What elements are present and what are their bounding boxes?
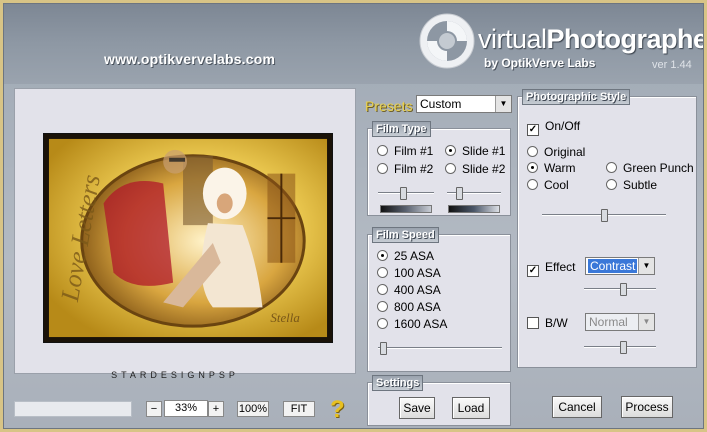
radio-icon	[606, 179, 617, 190]
radio-icon	[377, 267, 388, 278]
photographic-style-title: Photographic Style	[522, 89, 631, 105]
zoom-in-button[interactable]: +	[208, 401, 224, 417]
effect-select[interactable]: Contrast ▼	[585, 257, 655, 275]
radio-label: Green Punch	[623, 161, 694, 175]
radio-label: 400 ASA	[394, 283, 441, 297]
radio-selected-icon	[527, 162, 538, 173]
bw-slider[interactable]	[584, 341, 656, 354]
radio-icon	[527, 179, 538, 190]
save-button[interactable]: Save	[399, 397, 435, 419]
checkbox-unchecked-icon	[527, 317, 539, 329]
radio-icon	[377, 163, 388, 174]
radio-label: Slide #2	[462, 162, 506, 176]
radio-label: Film #1	[394, 144, 434, 158]
checkbox-label: Effect	[545, 260, 576, 274]
radio-selected-icon	[445, 145, 456, 156]
preview-panel: Love Letters Stella STARDESIGNPSP	[14, 88, 356, 380]
bw-checkbox[interactable]: B/W	[527, 316, 568, 330]
radio-100-asa[interactable]: 100 ASA	[377, 266, 441, 280]
film-type-slider-1[interactable]	[378, 187, 434, 200]
radio-slide2[interactable]: Slide #2	[445, 162, 505, 176]
byline: by OptikVerve Labs	[484, 56, 596, 70]
checkbox-checked-icon: ✓	[527, 124, 539, 136]
presets-selected-value: Custom	[420, 97, 462, 111]
presets-select[interactable]: Custom ▼	[416, 95, 512, 113]
radio-label: Original	[544, 145, 586, 159]
chevron-down-icon: ▼	[638, 258, 654, 274]
process-button[interactable]: Process	[621, 396, 673, 418]
film-type-gradient-1	[380, 205, 432, 213]
film-speed-slider[interactable]	[378, 342, 502, 355]
radio-icon	[377, 145, 388, 156]
chevron-down-icon: ▼	[638, 314, 654, 330]
app-title: virtualPhotographer	[478, 24, 704, 54]
film-speed-group: Film Speed 25 ASA 100 ASA 400 ASA 800 AS…	[367, 227, 511, 372]
radio-label: Film #2	[394, 162, 434, 176]
radio-cool[interactable]: Cool	[527, 178, 569, 192]
load-button[interactable]: Load	[452, 397, 490, 419]
radio-400-asa[interactable]: 400 ASA	[377, 283, 441, 297]
radio-25-asa[interactable]: 25 ASA	[377, 249, 434, 263]
preview-image[interactable]: Love Letters Stella	[43, 133, 333, 343]
radio-label: Cool	[544, 178, 569, 192]
zoom-out-button[interactable]: −	[146, 401, 162, 417]
radio-label: Warm	[544, 161, 576, 175]
zoom-value: 33%	[164, 400, 208, 417]
radio-label: 800 ASA	[394, 300, 441, 314]
radio-selected-icon	[377, 250, 388, 261]
zoom-100-button[interactable]: 100%	[237, 401, 269, 417]
film-type-group: Film Type Film #1 Slide #1 Film #2 Slide…	[367, 121, 511, 216]
settings-title: Settings	[372, 375, 424, 391]
film-type-slider-2[interactable]	[447, 187, 501, 200]
website-link[interactable]: www.optikvervelabs.com	[104, 51, 275, 67]
radio-icon	[606, 162, 617, 173]
radio-label: 1600 ASA	[394, 317, 448, 331]
radio-icon	[377, 318, 388, 329]
photographic-style-group: Photographic Style ✓ On/Off Original Warm…	[517, 89, 697, 368]
radio-icon	[445, 163, 456, 174]
style-intensity-slider[interactable]	[542, 209, 666, 222]
checkbox-checked-icon: ✓	[527, 265, 539, 277]
effect-selected-value: Contrast	[588, 259, 638, 273]
header: www.optikvervelabs.com virtualPhotograph…	[4, 4, 703, 84]
radio-icon	[377, 301, 388, 312]
plugin-window: www.optikvervelabs.com virtualPhotograph…	[3, 3, 704, 429]
zoom-fit-button[interactable]: FIT	[283, 401, 315, 417]
radio-film2[interactable]: Film #2	[377, 162, 433, 176]
radio-1600-asa[interactable]: 1600 ASA	[377, 317, 447, 331]
checkbox-label: B/W	[545, 316, 568, 330]
radio-icon	[527, 146, 538, 157]
svg-text:Stella: Stella	[270, 311, 299, 325]
presets-label: Presets	[365, 98, 413, 114]
film-type-title: Film Type	[372, 121, 431, 137]
radio-label: Subtle	[623, 178, 658, 192]
radio-subtle[interactable]: Subtle	[606, 178, 657, 192]
bw-selected-value: Normal	[589, 315, 628, 329]
radio-slide1[interactable]: Slide #1	[445, 144, 505, 158]
film-type-gradient-2	[448, 205, 500, 213]
checkbox-label: On/Off	[545, 119, 581, 133]
chevron-down-icon: ▼	[495, 96, 511, 112]
bw-select[interactable]: Normal ▼	[585, 313, 655, 331]
help-icon[interactable]: ?	[330, 396, 345, 424]
radio-original[interactable]: Original	[527, 145, 585, 159]
film-speed-title: Film Speed	[372, 227, 439, 243]
effect-checkbox[interactable]: ✓ Effect	[527, 260, 575, 277]
cancel-button[interactable]: Cancel	[552, 396, 602, 418]
style-onoff-checkbox[interactable]: ✓ On/Off	[527, 119, 580, 136]
radio-icon	[377, 284, 388, 295]
radio-green-punch[interactable]: Green Punch	[606, 161, 694, 175]
radio-warm[interactable]: Warm	[527, 161, 576, 175]
radio-film1[interactable]: Film #1	[377, 144, 433, 158]
radio-800-asa[interactable]: 800 ASA	[377, 300, 441, 314]
image-caption: STARDESIGNPSP	[111, 370, 239, 380]
effect-slider[interactable]	[584, 283, 656, 296]
logo-icon	[419, 13, 475, 69]
radio-label: 100 ASA	[394, 266, 441, 280]
radio-label: Slide #1	[462, 144, 506, 158]
zoom-slider-track[interactable]	[14, 401, 132, 417]
version-label: ver 1.44	[652, 59, 692, 71]
settings-group: Settings Save Load	[367, 375, 511, 426]
radio-label: 25 ASA	[394, 249, 435, 263]
